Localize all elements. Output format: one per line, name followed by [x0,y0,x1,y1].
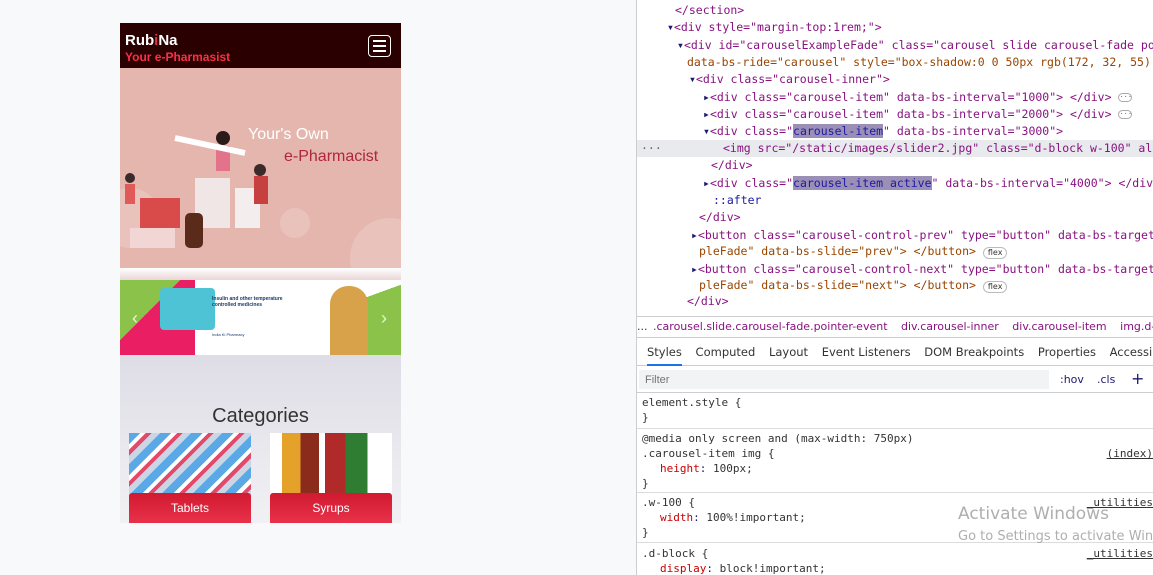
breadcrumb-item[interactable]: img.d-block [1120,320,1153,333]
css-property[interactable]: display: block!important; [642,561,1153,575]
hover-state-toggle[interactable]: :hov [1060,373,1084,386]
dom-line[interactable]: ▸<div class="carousel-item" data-bs-inte… [637,106,1153,123]
styles-toolbar: :hov .cls + [637,367,1153,393]
syrups-button[interactable]: Syrups [270,493,392,523]
rule-source-link[interactable]: (index) [1107,446,1153,461]
collapse-triangle-icon[interactable]: ▸ [703,107,710,121]
style-rule: .d-block { _utilities display: block!imp… [637,546,1153,575]
activation-watermark-subtitle: Go to Settings to activate Windows. [958,529,1153,544]
categories-section: Categories Tablets Syrups [120,355,401,523]
tab-dom-breakpoints[interactable]: DOM Breakpoints [924,339,1024,366]
dom-line[interactable]: ▾<div style="margin-top:1rem;"> [637,19,1153,36]
carousel-slide: Insulin and other temperature controlled… [120,280,401,355]
rule-selector: .carousel-item img { [642,447,775,460]
class-toggle[interactable]: .cls [1097,373,1115,386]
expand-triangle-icon[interactable]: ▾ [667,20,674,34]
dom-line[interactable]: data-bs-ride="carousel" style="box-shado… [637,54,1153,71]
dom-line[interactable]: ▾<div class="carousel-item" data-bs-inte… [637,123,1153,140]
styles-filter-input[interactable] [639,370,1049,389]
hamburger-menu-button[interactable] [368,35,391,57]
expand-triangle-icon[interactable]: ▾ [677,38,684,52]
activation-watermark-title: Activate Windows [958,504,1109,524]
rule-close: } [642,411,649,424]
styles-tab-bar: Styles Computed Layout Event Listeners D… [637,339,1153,366]
navbar: RubiNa Your e-Pharmasist [120,23,401,68]
dom-line[interactable]: ▸<button class="carousel-control-prev" t… [637,227,1153,244]
dom-line[interactable]: </div> [637,293,1153,310]
devtools-panel: </section> ▾<div style="margin-top:1rem;… [636,0,1153,575]
breadcrumb: ... .carousel.slide.carousel-fade.pointe… [637,316,1153,338]
flex-badge[interactable]: flex [982,247,1008,259]
dom-line[interactable]: pleFade" data-bs-slide="prev"> </button>… [637,243,1153,260]
media-query: @media only screen and (max-width: 750px… [642,432,914,445]
tab-computed[interactable]: Computed [696,339,756,366]
dom-line[interactable]: ▾<div id="carouselExampleFade" class="ca… [637,37,1153,54]
category-card-syrups[interactable]: Syrups [270,433,392,523]
collapse-triangle-icon[interactable]: ▸ [703,90,710,104]
dom-line[interactable]: </div> [637,209,1153,226]
breadcrumb-item[interactable]: div.carousel-item [1012,320,1106,333]
tab-layout[interactable]: Layout [769,339,808,366]
categories-title: Categories [212,405,309,427]
dom-line[interactable]: pleFade" data-bs-slide="next"> </button>… [637,277,1153,294]
category-card-tablets[interactable]: Tablets [129,433,251,523]
brand-tagline: Your e-Pharmasist [125,50,231,64]
collapse-triangle-icon[interactable]: ▸ [691,262,698,276]
banner-subtext: India Ki Pharmacy [212,332,245,337]
flex-badge[interactable]: flex [982,281,1008,293]
insulin-box-image [160,288,215,330]
brand-text-a: Rub [125,32,155,49]
collapse-triangle-icon[interactable]: ▸ [703,176,710,190]
add-rule-icon[interactable]: + [1131,369,1144,388]
ellipsis-badge[interactable]: ··· [1118,110,1133,119]
rule-selector: element.style { [642,396,742,409]
carousel-shadow [120,268,401,280]
dom-line[interactable]: ::after [637,192,1153,209]
tab-properties[interactable]: Properties [1038,339,1096,366]
banner-text: Insulin and other temperature controlled… [212,296,283,308]
style-rule: element.style { } [637,395,1153,429]
brand-text-b: Na [158,32,178,49]
carousel-prev-button[interactable]: ‹ [132,308,138,329]
dom-line[interactable]: ▸<div class="carousel-item active" data-… [637,175,1153,192]
rule-source-link[interactable]: _utilities [1087,546,1153,561]
breadcrumb-item[interactable]: div.carousel-inner [901,320,999,333]
banner-person-image [330,286,368,355]
tab-event-listeners[interactable]: Event Listeners [822,339,911,366]
tab-accessibility[interactable]: Accessibility [1110,339,1153,366]
brand-logo[interactable]: RubiNa [125,32,178,49]
tablets-button[interactable]: Tablets [129,493,251,523]
css-property[interactable]: height: 100px; [642,461,1153,476]
mobile-page: RubiNa Your e-Pharmasist Your's Own e-Ph… [120,23,401,523]
carousel-next-button[interactable]: › [381,308,387,329]
hero-banner: Your's Own e-Pharmacist [120,68,401,268]
breadcrumb-item[interactable]: .carousel.slide.carousel-fade.pointer-ev… [653,320,888,333]
expand-triangle-icon[interactable]: ▾ [689,72,696,86]
rule-close: } [642,477,649,490]
hero-title-line2: e-Pharmacist [284,148,379,165]
style-rule: @media only screen and (max-width: 750px… [637,431,1153,493]
dom-line[interactable]: ▸<div class="carousel-item" data-bs-inte… [637,89,1153,106]
dom-line[interactable]: ▸<button class="carousel-control-next" t… [637,261,1153,278]
rule-selector: .d-block { [642,547,709,560]
dom-line[interactable]: </section> [637,2,1153,19]
collapse-triangle-icon[interactable]: ▸ [691,228,698,242]
expand-triangle-icon[interactable]: ▾ [703,124,710,138]
dom-line-selected[interactable]: ··· <img src="/static/images/slider2.jpg"… [637,140,1153,157]
more-icon[interactable]: ··· [641,140,662,157]
dom-line[interactable]: </div> [637,157,1153,174]
page-viewport: RubiNa Your e-Pharmasist Your's Own e-Ph… [0,0,636,575]
dom-line[interactable]: ▾<div class="carousel-inner"> [637,71,1153,88]
tab-styles[interactable]: Styles [647,340,682,366]
ellipsis-badge[interactable]: ··· [1118,93,1133,102]
hero-title-line1: Your's Own [248,126,329,143]
breadcrumb-more[interactable]: ... [637,320,648,333]
